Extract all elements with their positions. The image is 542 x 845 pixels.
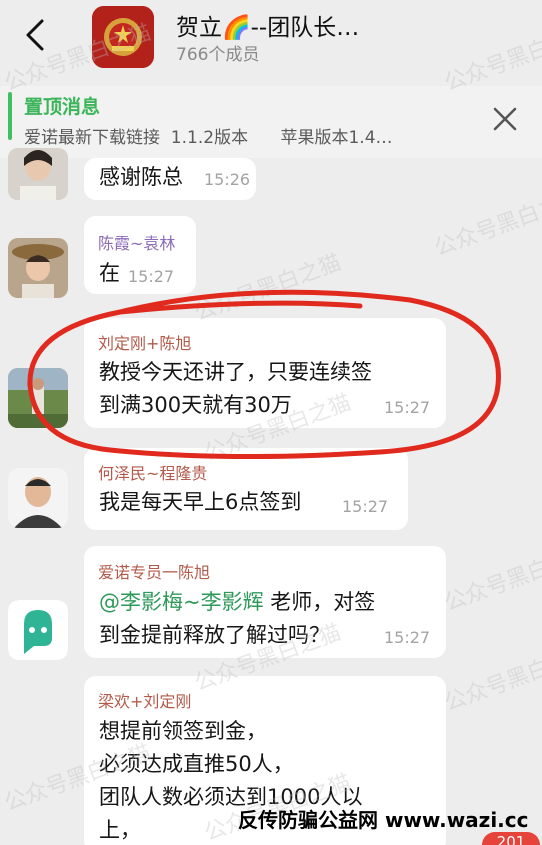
message-text-rest: 老师，对签 (263, 590, 376, 614)
sender-name[interactable]: 爱诺专员一陈旭 (98, 559, 210, 583)
message-text: 感谢陈总 (99, 165, 183, 189)
member-count: 766个成员 (176, 45, 260, 65)
message-text-line: 上， (99, 818, 141, 842)
message-time: 15:27 (384, 398, 431, 417)
chat-header: 贺立🌈--团队长… 766个成员 (0, 0, 542, 80)
watermark: 公众号黑白之猫 (191, 250, 345, 327)
avatar[interactable] (8, 148, 68, 200)
sender-name[interactable]: 刘定刚+陈旭 (98, 330, 191, 354)
app-logo-icon (8, 600, 68, 660)
avatar-photo (8, 238, 68, 298)
pinned-label: 置顶消息 (24, 96, 101, 118)
group-avatar[interactable] (92, 6, 154, 68)
footer-watermark: 反传防骗公益网 www.wazi.cc (238, 808, 529, 832)
group-title: 贺立🌈--团队长… (176, 15, 360, 41)
watermark: 公众号黑白之猫 (441, 540, 542, 617)
sender-name[interactable]: 梁欢+刘定刚 (98, 688, 191, 712)
message-text: 在 (99, 261, 120, 285)
avatar[interactable] (8, 468, 68, 528)
message-time: 15:27 (128, 267, 175, 286)
avatar-photo (8, 368, 68, 428)
unread-badge[interactable]: 201 (482, 832, 540, 845)
message-text-line: 想提前领签到金， (99, 719, 267, 743)
message-text-line: 教授今天还讲了，只要连续签 (99, 360, 372, 384)
message-text: 我是每天早上6点签到 (99, 490, 302, 514)
message-text-line: 必须达成直推50人， (99, 752, 294, 776)
message-text-line: @李影梅~李影辉 老师，对签 (99, 587, 375, 618)
message-text-line: 到金提前释放了解过吗？ (99, 623, 330, 647)
avatar-photo (8, 148, 68, 200)
emblem-icon (92, 6, 154, 68)
pinned-text[interactable]: 爱诺最新下载链接 1.1.2版本 苹果版本1.4… (24, 123, 393, 148)
message-text-line: 到满300天就有30万 (99, 393, 292, 417)
sender-name[interactable]: 陈霞~袁林 (98, 230, 175, 254)
pinned-indicator (8, 92, 12, 140)
watermark: 公众号黑白之猫 (431, 185, 542, 262)
sender-name[interactable]: 何泽民~程隆贵 (98, 460, 207, 484)
avatar-photo (8, 468, 68, 528)
avatar[interactable] (8, 600, 68, 660)
message-time: 15:27 (384, 628, 431, 647)
close-icon[interactable] (492, 106, 518, 132)
message-time: 15:27 (342, 497, 389, 516)
back-arrow-icon[interactable] (22, 18, 52, 52)
avatar[interactable] (8, 238, 68, 298)
avatar[interactable] (8, 368, 68, 428)
mention-link[interactable]: @李影梅~李影辉 (99, 590, 264, 614)
watermark: 公众号黑白之猫 (441, 640, 542, 717)
message-time: 15:26 (204, 170, 251, 189)
